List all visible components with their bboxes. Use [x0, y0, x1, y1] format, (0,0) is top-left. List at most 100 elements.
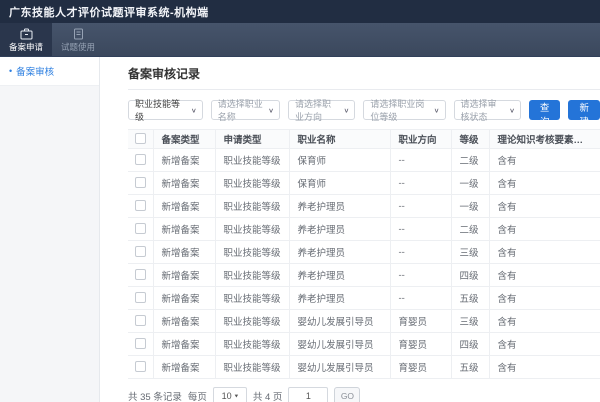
app-title: 广东技能人才评价试题评审系统-机构端 — [9, 4, 209, 20]
row-checkbox[interactable] — [135, 292, 146, 303]
table-row: 新增备案职业技能等级养老护理员--四级含有 — [128, 264, 600, 287]
table-cell: 含有 — [489, 264, 600, 287]
bullet-icon: • — [9, 67, 12, 76]
table-cell: 新增备案 — [153, 195, 215, 218]
table-cell: -- — [390, 241, 451, 264]
chevron-down-icon: ∨ — [344, 106, 350, 113]
table-cell: 四级 — [451, 333, 489, 356]
col-header: 职业名称 — [289, 130, 390, 149]
table-row: 新增备案职业技能等级养老护理员--二级含有 — [128, 218, 600, 241]
chevron-down-icon: ∨ — [268, 106, 274, 113]
table-row: 新增备案职业技能等级养老护理员--三级含有 — [128, 241, 600, 264]
tab-beian-shenqing[interactable]: 备案申请 — [0, 23, 52, 56]
per-page-label: 每页 — [188, 389, 207, 402]
row-checkbox[interactable] — [135, 223, 146, 234]
table-cell: 含有 — [489, 241, 600, 264]
query-button[interactable]: 查询 — [529, 100, 561, 120]
select-all-checkbox[interactable] — [135, 133, 146, 144]
row-checkbox[interactable] — [135, 361, 146, 372]
occupation-direction-select[interactable]: 请选择职业方向 ∨ — [288, 100, 355, 120]
table-cell: 新增备案 — [153, 264, 215, 287]
row-checkbox[interactable] — [135, 269, 146, 280]
table-cell: 养老护理员 — [289, 195, 390, 218]
table-row: 新增备案职业技能等级养老护理员--五级含有 — [128, 287, 600, 310]
per-page-select[interactable]: 10 ▾ — [213, 387, 247, 402]
table-cell: 三级 — [451, 310, 489, 333]
table-cell: -- — [390, 218, 451, 241]
table-cell: 职业技能等级 — [215, 333, 289, 356]
occupation-name-select[interactable]: 请选择职业名称 ∨ — [211, 100, 280, 120]
table-row: 新增备案职业技能等级保育师--二级含有 — [128, 149, 600, 172]
table-cell: 二级 — [451, 149, 489, 172]
table-header-row: 备案类型 申请类型 职业名称 职业方向 等级 理论知识考核要素细目表 — [128, 130, 600, 149]
select-placeholder: 请选择职业名称 — [218, 97, 264, 123]
table-cell: -- — [390, 149, 451, 172]
table-cell: 含有 — [489, 287, 600, 310]
page-title: 备案审核记录 — [128, 57, 600, 90]
post-level-select[interactable]: 请选择职业岗位等级 ∨ — [363, 100, 445, 120]
table-cell: 含有 — [489, 356, 600, 379]
tab-label: 备案申请 — [9, 43, 43, 52]
tab-label: 试题使用 — [61, 43, 95, 52]
app-header: 广东技能人才评价试题评审系统-机构端 — [0, 0, 600, 23]
table-cell: 保育师 — [289, 149, 390, 172]
records-table: 备案类型 申请类型 职业名称 职业方向 等级 理论知识考核要素细目表 新增备案职… — [128, 129, 600, 379]
table-cell: 含有 — [489, 218, 600, 241]
row-checkbox[interactable] — [135, 315, 146, 326]
col-header: 备案类型 — [153, 130, 215, 149]
table-cell: 婴幼儿发展引导员 — [289, 333, 390, 356]
table-cell: 婴幼儿发展引导员 — [289, 310, 390, 333]
table-cell: 育婴员 — [390, 310, 451, 333]
table-cell: 新增备案 — [153, 333, 215, 356]
tab-shiti-shiyong[interactable]: 试题使用 — [52, 23, 104, 56]
page-count-label: 共 4 页 — [253, 389, 283, 402]
select-placeholder: 请选择职业方向 — [295, 97, 340, 123]
chevron-down-icon: ∨ — [509, 106, 515, 113]
go-button[interactable]: GO — [334, 387, 360, 402]
row-checkbox[interactable] — [135, 338, 146, 349]
table-cell: 新增备案 — [153, 172, 215, 195]
col-header: 等级 — [451, 130, 489, 149]
table-cell: -- — [390, 195, 451, 218]
table-cell: 一级 — [451, 172, 489, 195]
table-cell: 四级 — [451, 264, 489, 287]
briefcase-icon — [20, 28, 33, 41]
table-cell: 含有 — [489, 333, 600, 356]
audit-status-select[interactable]: 请选择审核状态 ∨ — [454, 100, 521, 120]
table-cell: -- — [390, 172, 451, 195]
table-cell: 新增备案 — [153, 310, 215, 333]
row-checkbox[interactable] — [135, 246, 146, 257]
nav-tabbar: 备案申请 试题使用 — [0, 23, 600, 57]
table-row: 新增备案职业技能等级婴幼儿发展引导员育婴员五级含有 — [128, 356, 600, 379]
chevron-down-icon: ∨ — [191, 106, 197, 113]
table-cell: -- — [390, 264, 451, 287]
col-header: 申请类型 — [215, 130, 289, 149]
records-count-label: 共 35 条记录 — [128, 389, 182, 402]
table-cell: 含有 — [489, 195, 600, 218]
per-page-value: 10 — [222, 391, 232, 401]
table-row: 新增备案职业技能等级保育师--一级含有 — [128, 172, 600, 195]
table-cell: 含有 — [489, 149, 600, 172]
table-cell: 婴幼儿发展引导员 — [289, 356, 390, 379]
sidebar-item-beian-shenhe[interactable]: • 备案审核 — [0, 57, 99, 86]
create-button[interactable]: 新建 — [568, 100, 600, 120]
filter-row: 职业技能等级 ∨ 请选择职业名称 ∨ 请选择职业方向 ∨ 请选择职业岗位等级 ∨… — [128, 100, 600, 120]
row-checkbox[interactable] — [135, 200, 146, 211]
skill-level-select[interactable]: 职业技能等级 ∨ — [128, 100, 203, 120]
table-row: 新增备案职业技能等级婴幼儿发展引导员育婴员四级含有 — [128, 333, 600, 356]
table-cell: 职业技能等级 — [215, 264, 289, 287]
table-cell: 新增备案 — [153, 149, 215, 172]
table-row: 新增备案职业技能等级婴幼儿发展引导员育婴员三级含有 — [128, 310, 600, 333]
table-cell: 养老护理员 — [289, 287, 390, 310]
select-placeholder: 请选择职业岗位等级 — [370, 97, 429, 123]
app-window: 广东技能人才评价试题评审系统-机构端 备案申请 试题使用 • 备案审核 备案审核… — [0, 0, 600, 402]
page-number-input[interactable] — [288, 387, 328, 402]
table-cell: 职业技能等级 — [215, 356, 289, 379]
row-checkbox[interactable] — [135, 154, 146, 165]
table-cell: 一级 — [451, 195, 489, 218]
row-checkbox[interactable] — [135, 177, 146, 188]
table-cell: 新增备案 — [153, 287, 215, 310]
table-cell: 养老护理员 — [289, 241, 390, 264]
sidebar-item-label: 备案审核 — [16, 64, 54, 78]
col-header: 职业方向 — [390, 130, 451, 149]
